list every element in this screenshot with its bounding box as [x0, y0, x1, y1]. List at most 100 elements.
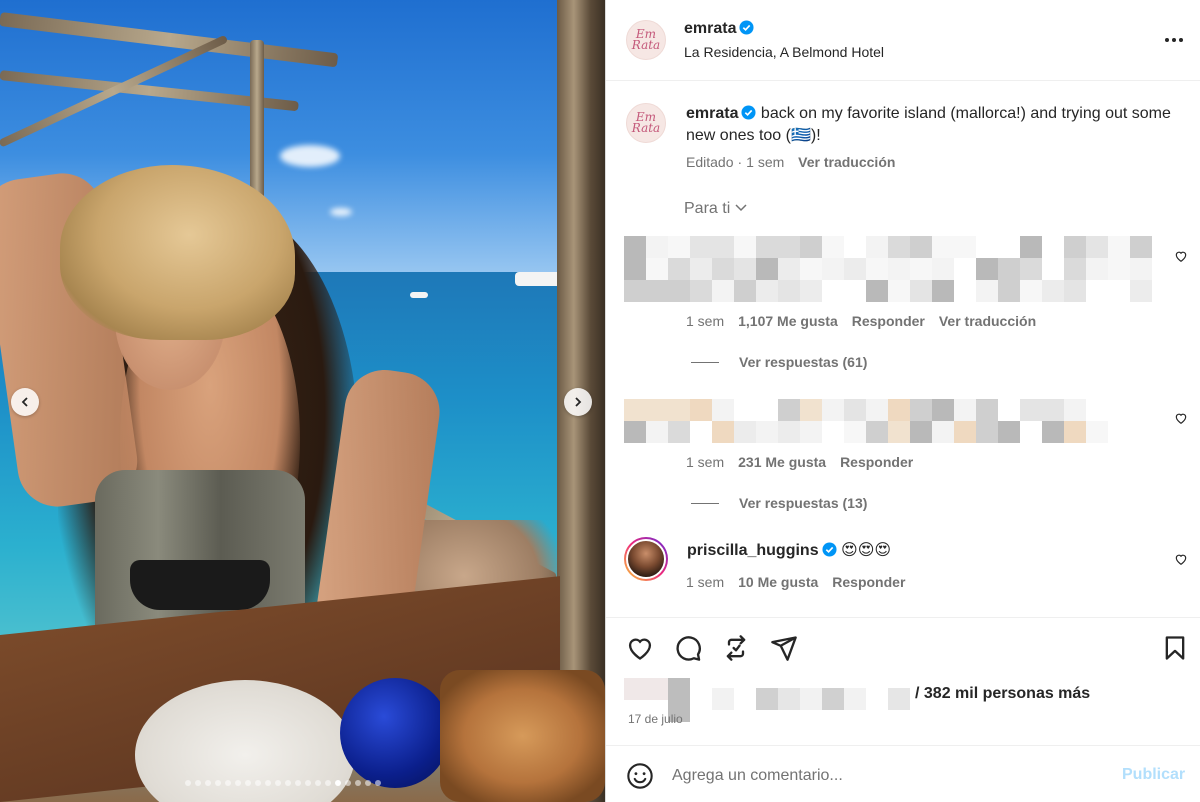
comment-input[interactable]	[672, 760, 1092, 792]
likes-summary[interactable]: / 382 mil personas más	[915, 685, 1090, 703]
pixel-block	[998, 421, 1020, 443]
pixel-block	[734, 236, 756, 258]
photo-fried-calamari	[440, 670, 605, 802]
comment-sort-dropdown[interactable]: Para ti	[684, 200, 748, 218]
comment-time: 1 sem	[686, 454, 725, 470]
reply-button[interactable]: Responder	[840, 454, 913, 470]
carousel-dot	[245, 780, 251, 786]
pixel-block	[866, 258, 888, 280]
comment-likes[interactable]: 10 Me gusta	[738, 574, 818, 590]
carousel-dot	[355, 780, 361, 786]
location-link[interactable]: La Residencia, A Belmond Hotel	[684, 44, 884, 60]
verified-badge-icon	[822, 542, 837, 557]
pixel-block	[668, 280, 690, 302]
like-heart-icon[interactable]	[626, 634, 654, 662]
comment-time: 1 sem	[686, 313, 725, 329]
bookmark-icon[interactable]	[1161, 634, 1189, 662]
comment-likes[interactable]: 1,107 Me gusta	[738, 313, 838, 329]
repost-icon[interactable]	[722, 634, 750, 662]
view-replies-button[interactable]: Ver respuestas (61)	[691, 354, 867, 370]
comment-bubble-icon[interactable]	[674, 634, 702, 662]
pixel-block	[690, 399, 712, 421]
avatar[interactable]: Em Rata	[626, 20, 666, 60]
comment-likes[interactable]: 231 Me gusta	[738, 454, 826, 470]
post-photo[interactable]	[0, 0, 605, 802]
view-replies-button[interactable]: Ver respuestas (13)	[691, 495, 867, 511]
comment-like-heart-icon[interactable]	[1174, 249, 1188, 263]
pixel-block	[756, 421, 778, 443]
pixel-block	[734, 280, 756, 302]
publish-button[interactable]: Publicar	[1122, 766, 1185, 784]
previous-slide-button[interactable]	[11, 388, 39, 416]
pixel-block	[778, 688, 800, 710]
next-slide-button[interactable]	[564, 388, 592, 416]
pixel-block	[1064, 236, 1086, 258]
pixel-block	[1086, 421, 1108, 443]
carousel-dot	[255, 780, 261, 786]
pixel-block	[624, 236, 646, 258]
pixel-block	[646, 399, 668, 421]
pixel-block	[932, 280, 954, 302]
carousel-dot	[325, 780, 331, 786]
carousel-dot	[195, 780, 201, 786]
comment-meta: 1 sem 10 Me gusta Responder	[686, 574, 905, 590]
caption: emrata back on my favorite island (mallo…	[686, 103, 1176, 147]
comment-composer: Publicar	[606, 745, 1200, 802]
pixel-block	[910, 421, 932, 443]
comment-like-heart-icon[interactable]	[1174, 552, 1188, 566]
chevron-right-icon	[575, 397, 582, 407]
commenter-avatar[interactable]	[624, 537, 668, 581]
reply-button[interactable]: Responder	[852, 313, 925, 329]
comment-meta: 1 sem 231 Me gusta Responder	[686, 454, 913, 470]
translate-link[interactable]: Ver traducción	[939, 313, 1036, 329]
carousel-dot	[285, 780, 291, 786]
pixel-block	[624, 399, 646, 421]
pixel-block	[756, 258, 778, 280]
caption-meta: Editado · 1 sem Ver traducción	[686, 154, 895, 170]
comment-text: 😍😍😍	[841, 542, 892, 559]
photo-cloud	[330, 208, 352, 216]
caption-username[interactable]: emrata	[686, 105, 738, 122]
more-options-button[interactable]	[1162, 30, 1186, 50]
pixel-block	[822, 258, 844, 280]
post-date: 17 de julio	[628, 712, 683, 726]
pixel-block	[624, 678, 646, 700]
pixel-block	[712, 421, 734, 443]
pixel-block	[800, 258, 822, 280]
dot-icon	[1179, 38, 1183, 42]
avatar[interactable]: Em Rata	[626, 103, 666, 143]
pixel-block	[800, 236, 822, 258]
pixel-block	[646, 678, 668, 700]
pixel-block	[932, 421, 954, 443]
pixel-block	[822, 399, 844, 421]
pixel-block	[1130, 280, 1152, 302]
pixel-block	[976, 399, 998, 421]
separator: ·	[737, 154, 743, 170]
carousel-dot	[375, 780, 381, 786]
reply-button[interactable]: Responder	[832, 574, 905, 590]
avatar-text: Rata	[631, 38, 661, 52]
translate-link[interactable]: Ver traducción	[798, 154, 895, 170]
pixel-block	[1042, 421, 1064, 443]
pixel-block	[712, 399, 734, 421]
pixel-block	[712, 688, 734, 710]
comments-section: Em Rata emrata back on my favorite islan…	[606, 81, 1200, 617]
pixel-block	[932, 236, 954, 258]
pixel-block	[844, 688, 866, 710]
emoji-icon[interactable]	[626, 762, 654, 790]
pixel-block	[668, 678, 690, 700]
pixel-block	[1042, 399, 1064, 421]
pixel-block	[690, 258, 712, 280]
pixel-block	[866, 421, 888, 443]
commenter-username[interactable]: priscilla_huggins	[687, 542, 819, 559]
dot-icon	[1165, 38, 1169, 42]
username-text[interactable]: emrata	[684, 20, 736, 37]
photo-cloud	[280, 145, 340, 167]
share-send-icon[interactable]	[770, 634, 798, 662]
comment-like-heart-icon[interactable]	[1174, 411, 1188, 425]
pixel-block	[1020, 236, 1042, 258]
header-username[interactable]: emrata	[684, 20, 755, 38]
pixel-block	[1064, 258, 1086, 280]
dot-icon	[1172, 38, 1176, 42]
pixel-block	[954, 421, 976, 443]
